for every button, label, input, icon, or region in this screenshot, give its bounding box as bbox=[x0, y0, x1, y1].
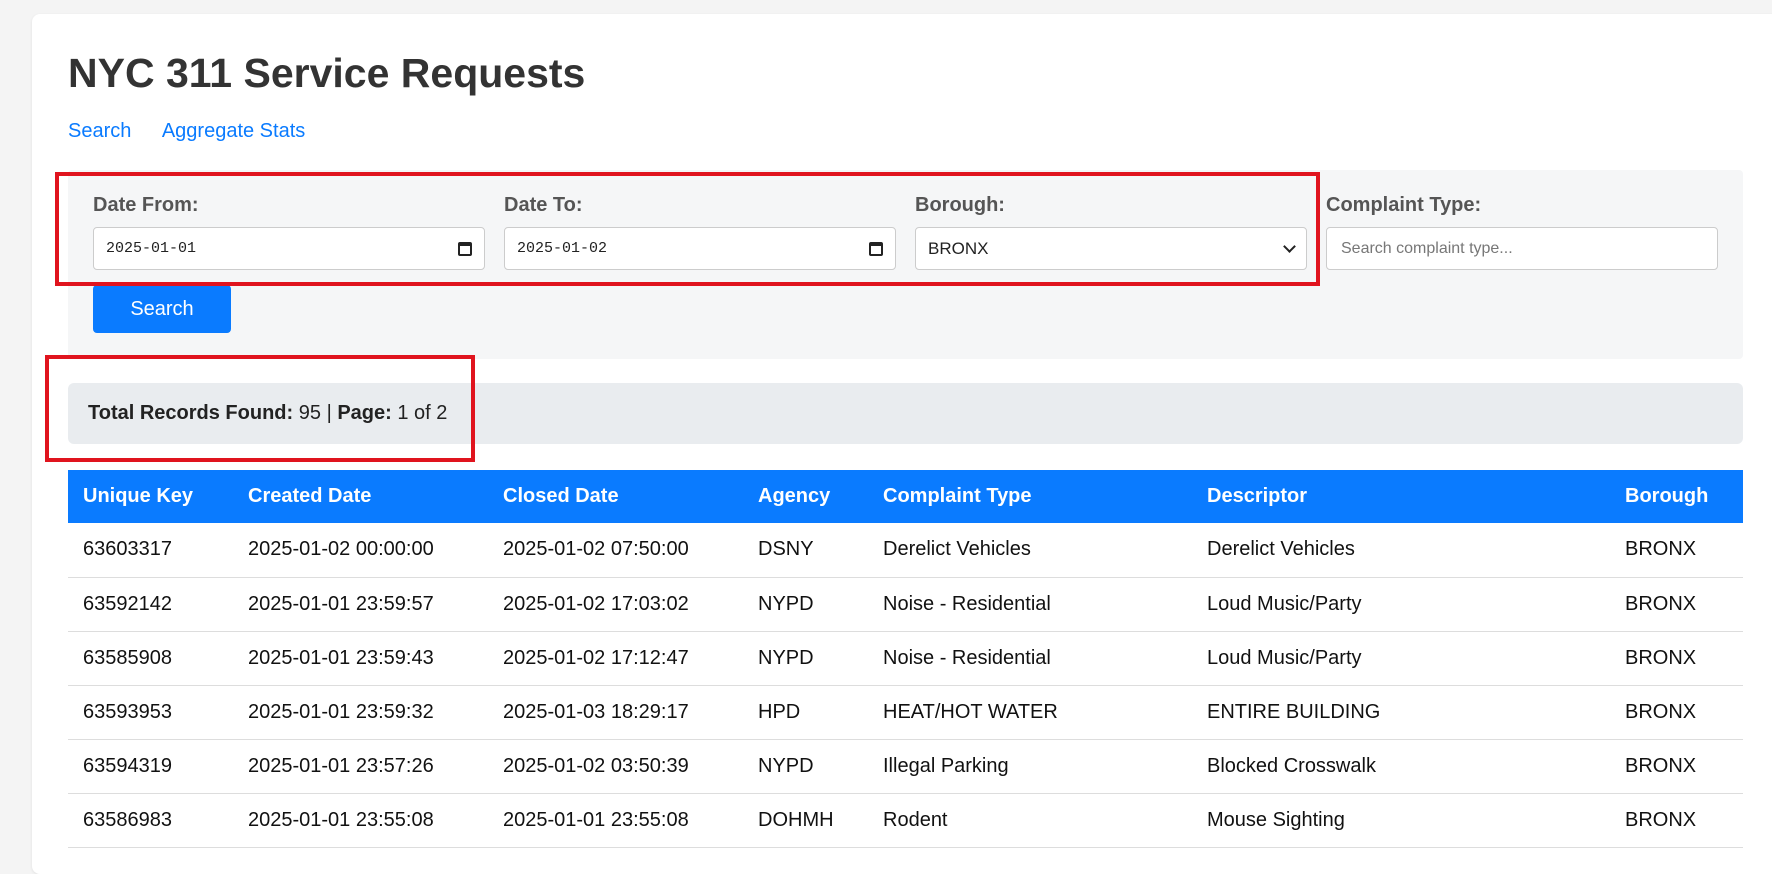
table-cell: 63593953 bbox=[68, 685, 233, 740]
table-cell: 63603317 bbox=[68, 523, 233, 578]
table-cell: 2025-01-02 07:50:00 bbox=[488, 523, 743, 578]
table-cell: Rodent bbox=[868, 793, 1192, 848]
complaint-type-input-wrap[interactable] bbox=[1326, 227, 1718, 270]
borough-selected-value: BRONX bbox=[928, 238, 989, 258]
table-cell: Blocked Crosswalk bbox=[1192, 739, 1610, 794]
complaint-type-field: Complaint Type: bbox=[1326, 194, 1718, 270]
table-cell: 63594319 bbox=[68, 739, 233, 794]
table-cell: DOHMH bbox=[743, 793, 868, 848]
table-cell: BRONX bbox=[1610, 577, 1743, 632]
table-cell: 2025-01-01 23:55:08 bbox=[233, 793, 488, 848]
table-cell: Noise - Residential bbox=[868, 577, 1192, 632]
table-cell: 2025-01-02 00:00:00 bbox=[233, 523, 488, 578]
table-cell: 2025-01-02 17:12:47 bbox=[488, 631, 743, 686]
table-cell: 2025-01-01 23:59:43 bbox=[233, 631, 488, 686]
calendar-icon[interactable] bbox=[458, 241, 472, 256]
table-cell: ENTIRE BUILDING bbox=[1192, 685, 1610, 740]
summary-separator: | bbox=[326, 402, 332, 424]
table-row[interactable]: 63593953 2025-01-01 23:59:32 2025-01-03 … bbox=[68, 685, 1743, 740]
date-from-input[interactable]: 2025-01-01 bbox=[93, 227, 485, 270]
nav-links: Search Aggregate Stats bbox=[68, 120, 331, 143]
column-header[interactable]: Borough bbox=[1610, 470, 1743, 523]
table-cell: 2025-01-01 23:59:57 bbox=[233, 577, 488, 632]
date-from-value: 2025-01-01 bbox=[106, 240, 197, 257]
table-cell: BRONX bbox=[1610, 631, 1743, 686]
nav-search-link[interactable]: Search bbox=[68, 120, 131, 142]
search-button[interactable]: Search bbox=[93, 285, 231, 333]
column-header[interactable]: Closed Date bbox=[488, 470, 743, 523]
borough-select[interactable]: BRONX bbox=[915, 227, 1307, 270]
table-cell: BRONX bbox=[1610, 793, 1743, 848]
table-header-row: Unique Key Created Date Closed Date Agen… bbox=[68, 470, 1743, 523]
page-value: 1 of 2 bbox=[397, 402, 448, 424]
table-row[interactable]: 63592142 2025-01-01 23:59:57 2025-01-02 … bbox=[68, 577, 1743, 632]
results-summary: Total Records Found: 95 | Page: 1 of 2 bbox=[68, 383, 1743, 444]
table-cell: 2025-01-01 23:59:32 bbox=[233, 685, 488, 740]
table-cell: BRONX bbox=[1610, 739, 1743, 794]
table-cell: 2025-01-01 23:57:26 bbox=[233, 739, 488, 794]
table-cell: 63585908 bbox=[68, 631, 233, 686]
table-cell: 2025-01-01 23:55:08 bbox=[488, 793, 743, 848]
column-header[interactable]: Descriptor bbox=[1192, 470, 1610, 523]
table-cell: Noise - Residential bbox=[868, 631, 1192, 686]
table-cell: HPD bbox=[743, 685, 868, 740]
table-cell: BRONX bbox=[1610, 685, 1743, 740]
table-cell: Derelict Vehicles bbox=[1192, 523, 1610, 578]
table-row[interactable]: 63585908 2025-01-01 23:59:43 2025-01-02 … bbox=[68, 631, 1743, 686]
date-from-label: Date From: bbox=[93, 194, 199, 216]
date-to-label: Date To: bbox=[504, 194, 583, 216]
table-cell: NYPD bbox=[743, 577, 868, 632]
table-row[interactable]: 63586983 2025-01-01 23:55:08 2025-01-01 … bbox=[68, 793, 1743, 848]
total-records-value: 95 bbox=[298, 402, 321, 424]
calendar-icon[interactable] bbox=[869, 241, 883, 256]
table-cell: NYPD bbox=[743, 631, 868, 686]
results-table: Unique Key Created Date Closed Date Agen… bbox=[68, 470, 1743, 848]
table-cell: DSNY bbox=[743, 523, 868, 578]
filter-panel: Date From: 2025-01-01 Date To: 2025-01-0… bbox=[68, 170, 1743, 359]
table-cell: 63592142 bbox=[68, 577, 233, 632]
borough-field: Borough: BRONX bbox=[915, 194, 1307, 270]
column-header[interactable]: Agency bbox=[743, 470, 868, 523]
table-cell: Derelict Vehicles bbox=[868, 523, 1192, 578]
table-cell: HEAT/HOT WATER bbox=[868, 685, 1192, 740]
table-cell: 2025-01-03 18:29:17 bbox=[488, 685, 743, 740]
total-records-label: Total Records Found: bbox=[88, 402, 294, 424]
table-cell: Loud Music/Party bbox=[1192, 577, 1610, 632]
table-cell: Loud Music/Party bbox=[1192, 631, 1610, 686]
column-header[interactable]: Complaint Type bbox=[868, 470, 1192, 523]
column-header[interactable]: Unique Key bbox=[68, 470, 233, 523]
chevron-down-icon bbox=[1283, 239, 1296, 253]
table-cell: BRONX bbox=[1610, 523, 1743, 578]
date-to-input[interactable]: 2025-01-02 bbox=[504, 227, 896, 270]
table-cell: 2025-01-02 03:50:39 bbox=[488, 739, 743, 794]
borough-label: Borough: bbox=[915, 194, 1005, 216]
page-label: Page: bbox=[337, 402, 392, 424]
complaint-type-input[interactable] bbox=[1339, 238, 1705, 259]
date-to-value: 2025-01-02 bbox=[517, 240, 608, 257]
date-to-field: Date To: 2025-01-02 bbox=[504, 194, 896, 270]
table-row[interactable]: 63603317 2025-01-02 00:00:00 2025-01-02 … bbox=[68, 523, 1743, 578]
column-header[interactable]: Created Date bbox=[233, 470, 488, 523]
complaint-type-label: Complaint Type: bbox=[1326, 194, 1482, 216]
table-cell: NYPD bbox=[743, 739, 868, 794]
table-cell: Illegal Parking bbox=[868, 739, 1192, 794]
table-cell: 2025-01-02 17:03:02 bbox=[488, 577, 743, 632]
page-title: NYC 311 Service Requests bbox=[68, 50, 586, 96]
nav-aggregate-stats-link[interactable]: Aggregate Stats bbox=[162, 120, 305, 142]
table-cell: 63586983 bbox=[68, 793, 233, 848]
table-cell: Mouse Sighting bbox=[1192, 793, 1610, 848]
date-from-field: Date From: 2025-01-01 bbox=[93, 194, 485, 270]
table-row[interactable]: 63594319 2025-01-01 23:57:26 2025-01-02 … bbox=[68, 739, 1743, 794]
